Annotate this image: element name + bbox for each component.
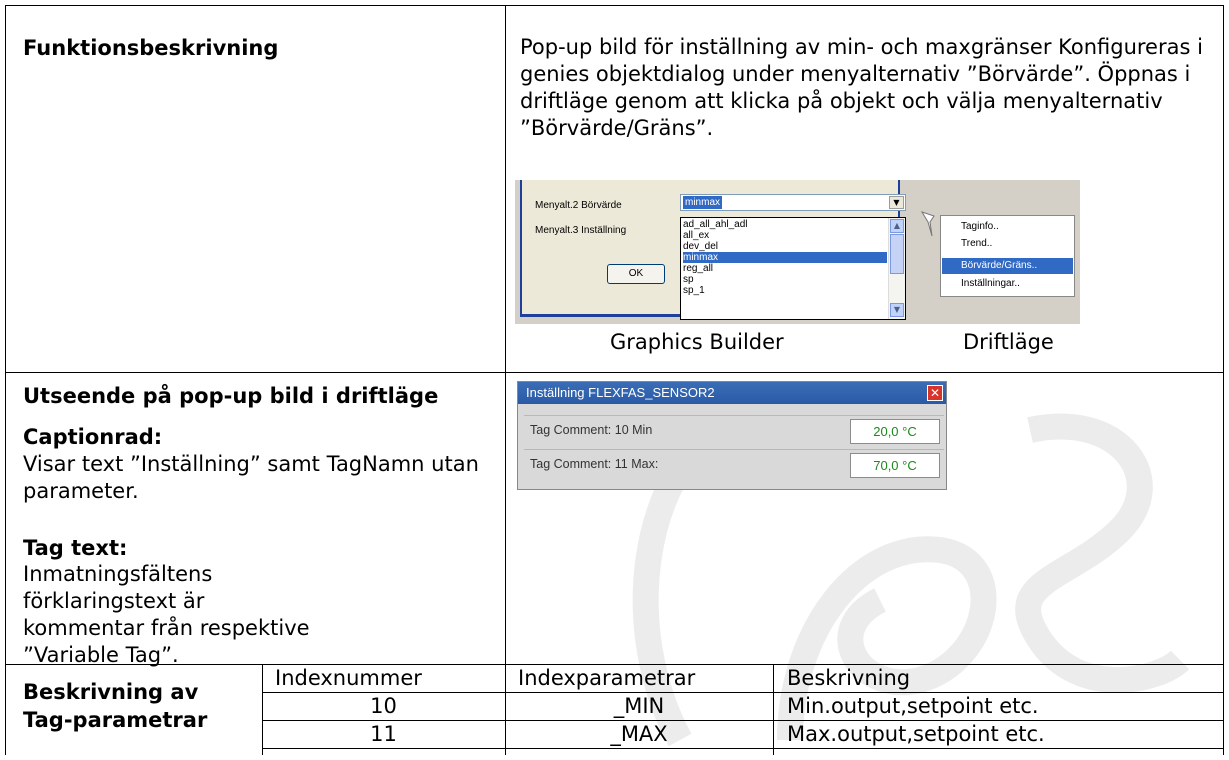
tag-text-description: Inmatningsfältens förklaringstext är kom… <box>23 562 310 667</box>
popup-title-bar: Inställning FLEXFAS_SENSOR2 ✕ <box>518 382 946 404</box>
menu-option-2-label: Menyalt.2 Börvärde <box>535 200 622 211</box>
menu-item-settings[interactable]: Inställningar.. <box>942 276 1073 292</box>
list-item[interactable]: dev_del <box>683 241 887 252</box>
menu-option-3-label: Menyalt.3 Inställning <box>535 225 627 236</box>
table-row-divider-c <box>262 748 1224 749</box>
runtime-caption: Driftläge <box>963 330 1054 354</box>
table-cell-index: 10 <box>370 694 397 718</box>
column-header-index-parameters: Indexparametrar <box>518 666 696 690</box>
list-item[interactable]: reg_all <box>683 263 887 274</box>
table-border-left <box>5 5 6 755</box>
list-item[interactable]: ad_all_ahl_adl <box>683 219 887 230</box>
table-border-top <box>5 5 1224 6</box>
pointer-icon <box>920 211 935 237</box>
menu-item-setpoint-limit[interactable]: Börvärde/Gräns.. <box>942 258 1073 274</box>
function-heading: Funktionsbeskrivning <box>23 36 279 60</box>
table-cell-description: Max.output,setpoint etc. <box>787 722 1045 746</box>
popup-label-min: Tag Comment: 10 Min <box>530 423 653 437</box>
tag-parameters-heading-line1: Beskrivning av <box>23 680 199 704</box>
setting-popup-window: Inställning FLEXFAS_SENSOR2 ✕ Tag Commen… <box>517 381 947 490</box>
scroll-thumb[interactable] <box>890 234 904 274</box>
max-value-field[interactable]: 70,0 °C <box>850 453 940 478</box>
graphics-builder-screenshot: Menyalt.2 Börvärde Menyalt.3 Inställning… <box>515 180 1080 324</box>
popup-title: Inställning FLEXFAS_SENSOR2 <box>526 385 715 400</box>
popup-label-max: Tag Comment: 11 Max: <box>530 457 659 471</box>
row-divider-1 <box>5 372 1224 373</box>
column-divider-desc <box>773 664 774 755</box>
table-cell-description: Min.output,setpoint etc. <box>787 694 1039 718</box>
tag-text-heading: Tag text: <box>23 536 128 560</box>
genie-select-value: minmax <box>683 196 723 209</box>
popup-row-max: Tag Comment: 11 Max: 70,0 °C <box>524 449 944 481</box>
table-cell-parameter: _MAX <box>610 722 668 746</box>
list-item[interactable]: sp <box>683 274 887 285</box>
list-item-selected[interactable]: minmax <box>683 252 887 263</box>
list-scrollbar[interactable]: ▲ ▼ <box>888 218 905 319</box>
caption-row-text: Visar text ”Inställning” samt TagNamn ut… <box>23 452 479 503</box>
popup-appearance-heading: Utseende på pop-up bild i driftläge <box>23 384 439 408</box>
function-description: Pop-up bild för inställning av min- och … <box>520 35 1203 140</box>
genie-dropdown-list[interactable]: ad_all_ahl_adl all_ex dev_del minmax reg… <box>680 217 906 320</box>
popup-row-min: Tag Comment: 10 Min 20,0 °C <box>524 415 944 447</box>
column-header-description: Beskrivning <box>787 666 911 690</box>
list-item[interactable]: sp_1 <box>683 285 887 296</box>
tag-parameters-heading-line2: Tag-parametrar <box>23 708 208 732</box>
scroll-up-icon[interactable]: ▲ <box>890 219 904 233</box>
runtime-context-menu: Taginfo.. Trend.. Börvärde/Gräns.. Instä… <box>940 215 1075 297</box>
genie-select[interactable]: minmax ▼ <box>680 194 906 211</box>
close-icon[interactable]: ✕ <box>927 385 943 401</box>
menu-item-taginfo[interactable]: Taginfo.. <box>942 219 1073 235</box>
min-value-field[interactable]: 20,0 °C <box>850 419 940 444</box>
table-border-right <box>1223 5 1224 755</box>
chevron-down-icon[interactable]: ▼ <box>889 196 904 209</box>
menu-item-trend[interactable]: Trend.. <box>942 236 1073 252</box>
table-cell-index: 11 <box>370 722 397 746</box>
column-header-index-number: Indexnummer <box>275 666 422 690</box>
graphics-builder-caption: Graphics Builder <box>610 330 784 354</box>
column-divider-main <box>505 5 506 755</box>
list-item[interactable]: all_ex <box>683 230 887 241</box>
scroll-down-icon[interactable]: ▼ <box>890 303 904 317</box>
caption-row-heading: Captionrad: <box>23 425 163 449</box>
table-cell-parameter: _MIN <box>613 694 665 718</box>
ok-button[interactable]: OK <box>607 264 665 284</box>
